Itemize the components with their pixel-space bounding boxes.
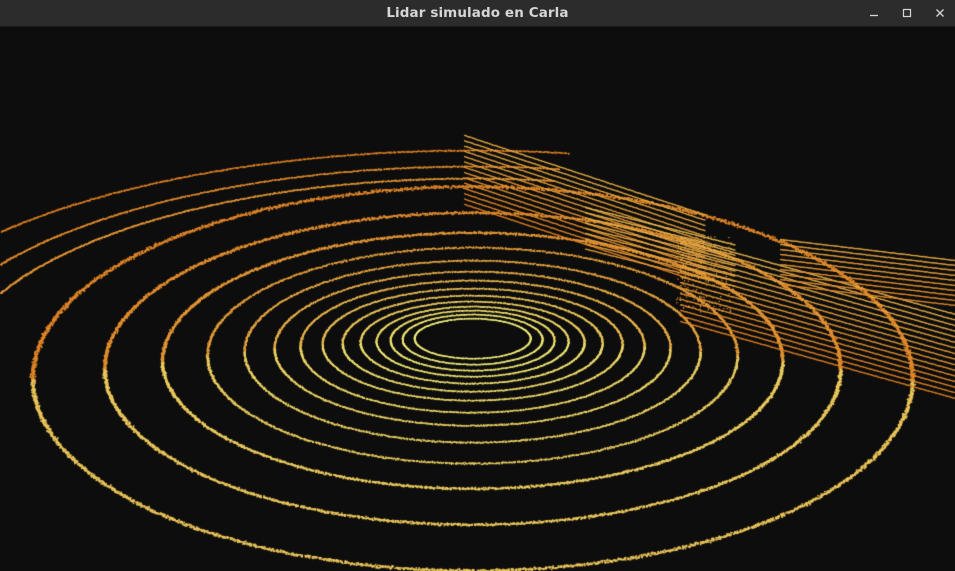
point-cloud-canvas[interactable]	[0, 27, 955, 571]
maximize-button[interactable]	[892, 2, 922, 24]
minimize-icon	[870, 14, 878, 17]
window-title: Lidar simulado en Carla	[386, 5, 569, 21]
title-bar[interactable]: Lidar simulado en Carla	[0, 0, 955, 27]
app-window: Lidar simulado en Carla	[0, 0, 955, 571]
maximize-icon	[902, 8, 912, 18]
close-icon	[936, 9, 944, 17]
lidar-point-cloud-view[interactable]	[0, 27, 955, 571]
close-button[interactable]	[925, 2, 955, 24]
minimize-button[interactable]	[859, 2, 889, 24]
